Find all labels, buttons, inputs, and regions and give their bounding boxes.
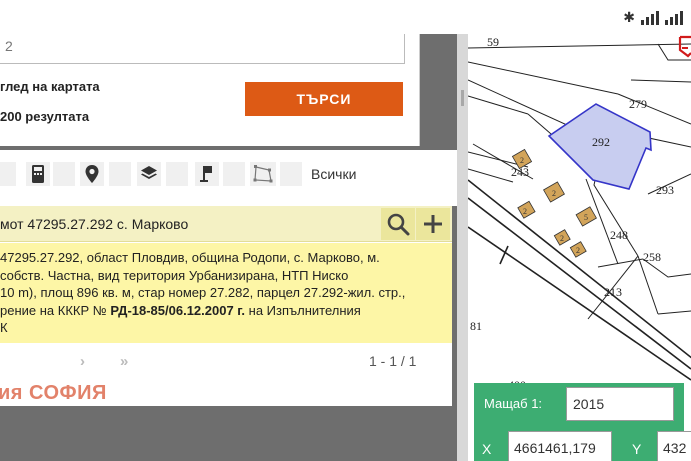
result-toolbar: Всички: [0, 150, 457, 206]
pagination: › » 1 - 1 / 1: [0, 343, 452, 379]
polygon-icon[interactable]: [250, 162, 276, 186]
layers-icon[interactable]: [137, 162, 161, 186]
parcel-label: 213: [604, 285, 622, 299]
plus-icon: [424, 215, 442, 233]
parcel-label: 81: [470, 319, 482, 333]
red-marker: [678, 35, 691, 58]
description-text: рение на КККР №: [0, 302, 111, 318]
description-line: собств. Частна, вид територия Урбанизира…: [0, 267, 349, 283]
y-coordinate-label: Y: [632, 441, 642, 457]
magnifier-icon: [387, 213, 410, 236]
panel-splitter[interactable]: [457, 34, 468, 461]
scale-coordinates-panel: Мащаб 1: 2015 X 4661461,179 Y 432: [474, 383, 691, 461]
x-coordinate-label: X: [482, 441, 492, 457]
splitter-handle[interactable]: [461, 90, 464, 106]
page-count: 1 - 1 / 1: [369, 353, 417, 369]
bluetooth-icon: ✱: [623, 9, 635, 25]
last-page-button[interactable]: »: [120, 353, 128, 370]
parcel-label: 279: [629, 97, 647, 111]
next-page-button[interactable]: ›: [80, 353, 85, 370]
scale-label: Мащаб 1:: [484, 396, 543, 411]
calculator-icon[interactable]: [26, 162, 50, 186]
building-label: 2: [523, 207, 527, 216]
parcel-label: 292: [592, 135, 610, 149]
building-label: 2: [576, 246, 580, 255]
tool-slot[interactable]: [53, 162, 75, 186]
result-description: 47295.27.292, област Пловдив, община Род…: [0, 243, 452, 343]
all-filter[interactable]: Всички: [311, 166, 356, 182]
flag-icon[interactable]: [195, 162, 219, 186]
tool-slot[interactable]: [280, 162, 302, 186]
description-line: К: [0, 320, 8, 335]
organization-name: ия СОФИЯ: [0, 382, 107, 404]
x-coordinate-input[interactable]: 4661461,179: [508, 431, 612, 461]
order-number: РД-18-85/06.12.2007 г.: [110, 302, 246, 318]
building-label: 2: [560, 234, 564, 243]
search-button[interactable]: ТЪРСИ: [245, 82, 403, 116]
map-view-option[interactable]: глед на картата: [0, 79, 100, 94]
search-card: 2 глед на картата 200 резултата ТЪРСИ: [0, 34, 420, 146]
tool-slot[interactable]: [0, 162, 16, 186]
description-line: 10 m), площ 896 кв. м, стар номер 27.282…: [0, 285, 406, 300]
description-text: на Изпълнителния: [245, 302, 361, 318]
results-limit-option[interactable]: 200 резултата: [0, 109, 89, 124]
parcel-label: 59: [487, 35, 499, 49]
result-card: мот 47295.27.292 с. Марково 47295.27.292…: [0, 206, 452, 406]
building-label: 2: [552, 189, 556, 198]
parcel-label: 258: [643, 250, 661, 264]
tool-slot[interactable]: [109, 162, 131, 186]
search-panel: 2 глед на картата 200 резултата ТЪРСИ Вс…: [0, 34, 457, 461]
tool-slot[interactable]: [223, 162, 245, 186]
scale-input[interactable]: 2015: [566, 387, 674, 421]
building-label: 5: [584, 213, 588, 222]
parcel-label: 243: [511, 165, 529, 179]
zoom-to-result-button[interactable]: [381, 208, 415, 240]
add-result-button[interactable]: [416, 208, 450, 240]
signal-icon-2: [665, 9, 683, 25]
footer-row: ия СОФИЯ: [0, 379, 452, 406]
app-screen: ✱ 2 глед на картата 200 резултата ТЪРСИ: [0, 0, 691, 461]
description-line: рение на КККР № РД-18-85/06.12.2007 г. н…: [0, 302, 446, 320]
tool-slot[interactable]: [166, 162, 188, 186]
location-pin-icon[interactable]: [80, 162, 104, 186]
y-coordinate-input[interactable]: 432: [657, 431, 691, 461]
parcel-label: 293: [656, 183, 674, 197]
search-input[interactable]: 2: [0, 34, 405, 64]
status-bar: ✱: [0, 0, 691, 34]
building-label: 2: [520, 156, 524, 165]
description-line: 47295.27.292, област Пловдив, община Род…: [0, 250, 380, 265]
parcel-label: 248: [610, 228, 628, 242]
signal-icon: [641, 9, 659, 25]
